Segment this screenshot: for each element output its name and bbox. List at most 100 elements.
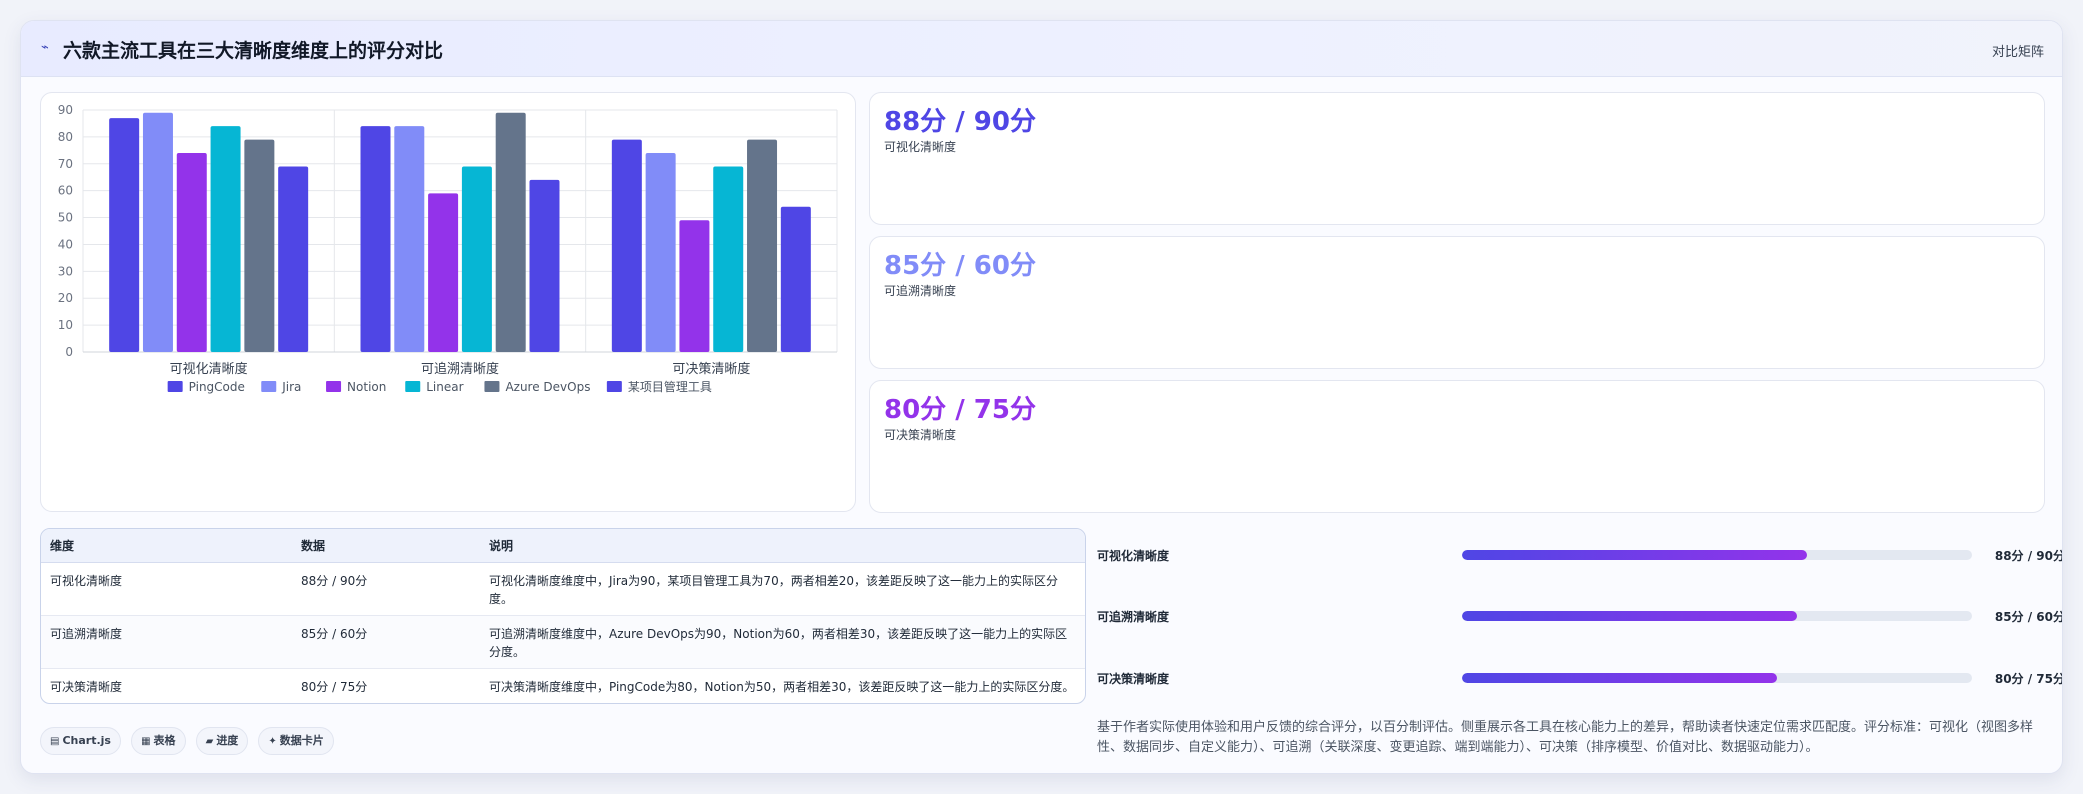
badge-label: 表格 [153, 734, 176, 747]
y-tick-label: 0 [65, 345, 73, 359]
table-cell: 可决策清晰度 [50, 679, 123, 694]
legend-label: 某项目管理工具 [628, 379, 712, 394]
progress-fill [1462, 673, 1778, 683]
bar [529, 179, 560, 352]
progress-label: 可视化清晰度 [1097, 549, 1170, 563]
column-header: 说明 [480, 529, 1085, 563]
stat-card-visual: 88分 / 90分 可视化清晰度 [869, 92, 2045, 225]
progress-row-visual: 可视化清晰度 88分 / 90分 [1097, 545, 2063, 565]
table-cell: 80分 / 75分 [301, 679, 368, 694]
legend-label: Jira [281, 380, 301, 394]
table-cell: 88分 / 90分 [292, 562, 480, 616]
badge-chartjs: ▤ Chart.js [40, 727, 121, 755]
badge-data-card: ✦ 数据卡片 [258, 727, 334, 755]
progress-label: 可追溯清晰度 [1097, 610, 1170, 624]
badge-table: ▦ 表格 [131, 727, 186, 755]
tech-badges: ▤ Chart.js ▦ 表格 ▰ 进度 ✦ 数据卡片 [40, 727, 339, 755]
y-tick-label: 20 [58, 291, 73, 305]
table-row: 可决策清晰度 80分 / 75分 可决策清晰度维度中，PingCode为80，N… [41, 668, 1085, 703]
data-table: 维度 数据 说明 可视化清晰度 88分 / 90分 可视化清晰度维度中，Jira… [41, 529, 1085, 703]
legend-label: Azure DevOps [505, 380, 590, 394]
x-tick-label: 可决策清晰度 [672, 361, 750, 377]
bar [495, 112, 526, 352]
progress-label: 可决策清晰度 [1097, 672, 1170, 686]
stat-label: 可追溯清晰度 [884, 284, 957, 298]
header-tag: 对比矩阵 [1991, 45, 2044, 60]
bar [780, 206, 811, 352]
bar [244, 139, 275, 352]
panel-header: ⌁ 六款主流工具在三大清晰度维度上的评分对比 对比矩阵 [21, 21, 2062, 77]
progress-track [1462, 550, 1972, 560]
progress-track [1462, 673, 1972, 683]
bar [461, 166, 492, 352]
y-tick-label: 80 [58, 130, 73, 144]
progress-value: 88分 / 90分 [1994, 549, 2063, 563]
badge-label: Chart.js [62, 734, 111, 747]
y-tick-label: 60 [58, 184, 73, 198]
legend-swatch [606, 381, 622, 392]
bar-chart-card: 0 10 20 30 40 50 60 70 80 90 可视化清晰度 可追溯清晰度 可决策清晰度 Pin… [40, 92, 856, 512]
stat-value: 80分 / 75分 [884, 395, 1036, 425]
stat-label: 可决策清晰度 [884, 428, 957, 442]
stat-value: 85分 / 60分 [884, 251, 1036, 281]
bar-chart: 0 10 20 30 40 50 60 70 80 90 可视化清晰度 可追溯清晰度 可决策清晰度 Pin… [58, 103, 838, 394]
bar [747, 139, 778, 352]
table-row: 可视化清晰度 88分 / 90分 可视化清晰度维度中，Jira为90，某项目管理… [41, 562, 1085, 616]
table-row: 可追溯清晰度 85分 / 60分 可追溯清晰度维度中，Azure DevOps为… [41, 615, 1085, 669]
table-cell: 可决策清晰度维度中，PingCode为80，Notion为50，两者相差30，该… [489, 679, 1075, 694]
bar [109, 118, 140, 352]
table-cell: 可视化清晰度维度中，Jira为90，某项目管理工具为70，两者相差20，该差距反… [480, 562, 1085, 616]
y-tick-label: 90 [58, 103, 73, 117]
legend-label: PingCode [189, 380, 245, 394]
column-header: 维度 [41, 529, 292, 563]
line-chart-icon: ⌁ [41, 40, 49, 55]
data-table-card: 维度 数据 说明 可视化清晰度 88分 / 90分 可视化清晰度维度中，Jira… [40, 528, 1086, 704]
bar [428, 193, 459, 352]
bar [679, 220, 710, 352]
x-tick-label: 可追溯清晰度 [421, 361, 499, 377]
legend-label: Linear [426, 380, 463, 394]
bar [176, 153, 207, 352]
footnote: 基于作者实际使用体验和用户反馈的综合评分，以百分制评估。侧重展示各工具在核心能力… [1097, 720, 2034, 755]
y-tick-label: 10 [58, 318, 73, 332]
legend-swatch [326, 381, 342, 392]
bar [360, 126, 391, 352]
stat-card-decision: 80分 / 75分 可决策清晰度 [869, 380, 2045, 513]
table-cell: 可追溯清晰度 [41, 615, 292, 669]
badge-label: 数据卡片 [279, 734, 324, 747]
chart-icon: ▤ [50, 736, 60, 747]
y-tick-label: 30 [58, 264, 73, 278]
bar [394, 126, 425, 352]
sparkle-icon: ✦ [268, 736, 277, 747]
table-cell: 85分 / 60分 [292, 615, 480, 669]
bar [713, 166, 744, 352]
bar [611, 139, 642, 352]
stat-value: 88分 / 90分 [884, 107, 1036, 137]
progress-value: 80分 / 75分 [1994, 672, 2063, 686]
progress-row-trace: 可追溯清晰度 85分 / 60分 [1097, 606, 2063, 626]
y-tick-label: 40 [58, 237, 73, 251]
progress-fill [1462, 611, 1798, 621]
x-tick-label: 可视化清晰度 [170, 361, 248, 377]
bar [142, 112, 173, 352]
table-icon: ▦ [141, 736, 151, 747]
badge-label: 进度 [216, 734, 239, 747]
badge-progress: ▰ 进度 [195, 727, 249, 755]
progress-row-decision: 可决策清晰度 80分 / 75分 [1097, 668, 2063, 688]
legend-swatch [405, 381, 421, 392]
bar [645, 153, 676, 352]
page-title: 六款主流工具在三大清晰度维度上的评分对比 [63, 40, 444, 62]
column-header: 数据 [292, 529, 480, 563]
bar [210, 126, 241, 352]
progress-fill [1462, 550, 1808, 560]
stat-card-trace: 85分 / 60分 可追溯清晰度 [869, 236, 2045, 369]
table-header-row: 维度 数据 说明 [41, 529, 1085, 563]
stat-label: 可视化清晰度 [884, 140, 957, 154]
progress-value: 85分 / 60分 [1994, 610, 2063, 624]
legend-swatch [484, 381, 500, 392]
progress-icon: ▰ [205, 736, 214, 747]
y-tick-label: 50 [58, 211, 73, 225]
table-cell: 可视化清晰度 [41, 562, 292, 616]
progress-track [1462, 611, 1972, 621]
legend-swatch [167, 381, 183, 392]
